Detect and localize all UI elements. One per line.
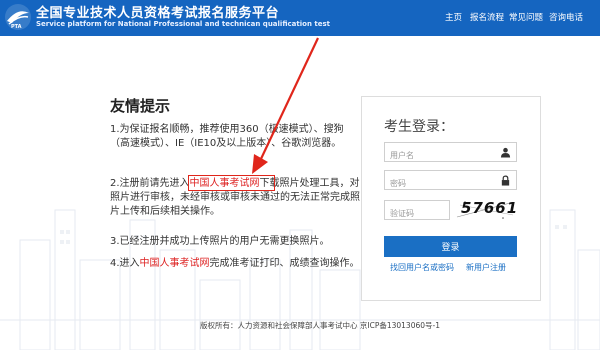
- footer-copyright: 版权所有：人力资源和社会保障部人事考试中心 京ICP备13013060号-1: [199, 321, 440, 330]
- site-title: 全国专业技术人员资格考试报名服务平台: [36, 6, 280, 21]
- captcha-field[interactable]: [384, 200, 450, 223]
- captcha-code: 57661: [461, 199, 519, 217]
- password-field[interactable]: [384, 170, 517, 193]
- login-title: 考生登录：: [384, 119, 454, 135]
- cpta-link-2[interactable]: 中国人事考试网: [140, 258, 210, 269]
- username-field[interactable]: [384, 142, 517, 165]
- login-button[interactable]: 登录: [384, 236, 517, 257]
- tip4-suffix: 完成准考证打印、成绩查询操作。: [209, 258, 360, 269]
- register-link[interactable]: 新用户注册: [466, 262, 506, 273]
- captcha-image[interactable]: 57661: [455, 197, 517, 222]
- tip2-prefix: 2.注册前请先进入: [110, 178, 190, 189]
- nav-home[interactable]: 主页: [445, 11, 462, 23]
- tip-registered-users: 3.已经注册并成功上传照片的用户无需更换照片。: [110, 236, 330, 247]
- lock-icon: [501, 175, 510, 186]
- nav-registration-process[interactable]: 报名流程: [470, 11, 504, 23]
- forgot-credentials-link[interactable]: 找回用户名或密码: [390, 262, 454, 273]
- user-icon: [500, 147, 511, 158]
- site-subtitle: Service platform for National Profession…: [36, 20, 330, 28]
- username-input[interactable]: [385, 146, 516, 165]
- nav-faq[interactable]: 常见问题: [509, 11, 543, 23]
- svg-text:PTA: PTA: [11, 24, 22, 30]
- password-input[interactable]: [385, 174, 516, 193]
- tip-admission-ticket: 4.进入中国人事考试网完成准考证打印、成绩查询操作。: [110, 257, 360, 271]
- tip4-prefix: 4.进入: [110, 258, 140, 269]
- pta-logo-icon: PTA: [5, 4, 31, 30]
- red-arrow-annotation: [252, 37, 319, 174]
- nav-consult-phone[interactable]: 咨询电话: [549, 11, 583, 23]
- captcha-input[interactable]: [385, 204, 449, 223]
- link-highlight-box: [188, 175, 275, 191]
- top-header: PTA 全国专业技术人员资格考试报名服务平台 Service platform …: [0, 0, 600, 36]
- tips-heading: 友情提示: [110, 97, 171, 115]
